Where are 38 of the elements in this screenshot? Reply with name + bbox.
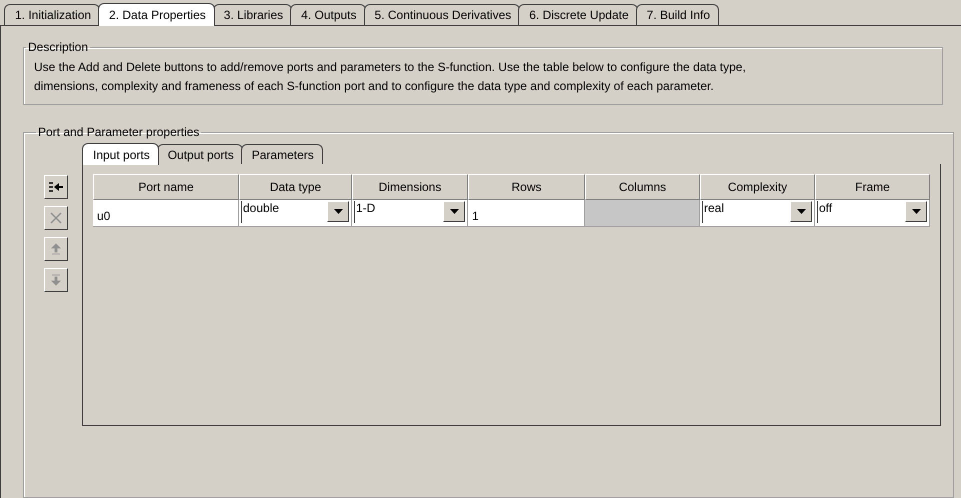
column-header[interactable]: Rows xyxy=(468,174,585,200)
caret-icon xyxy=(450,209,458,214)
dropdown-field[interactable]: real xyxy=(700,200,815,227)
add-button[interactable] xyxy=(44,175,68,199)
caret-icon xyxy=(334,209,342,214)
text-field[interactable]: u0 xyxy=(93,200,239,227)
insert-arrow-icon xyxy=(48,182,64,192)
dropdown-field[interactable]: 1-D xyxy=(352,200,468,227)
tab[interactable]: 1. Initialization xyxy=(4,4,100,25)
caret-icon xyxy=(796,209,806,214)
column-header[interactable]: Dimensions xyxy=(352,174,468,200)
tab[interactable]: 6. Discrete Update xyxy=(518,4,638,25)
dropdown-field[interactable]: double xyxy=(239,200,352,227)
dropdown-field[interactable]: off xyxy=(815,200,930,227)
move-up-icon xyxy=(51,243,61,255)
text-field[interactable]: 1 xyxy=(468,200,585,227)
column-header[interactable]: Complexity xyxy=(700,174,815,200)
group-title: Port and Parameter properties xyxy=(37,125,200,139)
column-header[interactable]: Frame xyxy=(815,174,930,200)
column-header[interactable]: Port name xyxy=(93,174,239,200)
column-header[interactable]: Data type xyxy=(239,174,352,200)
tab[interactable]: 4. Outputs xyxy=(290,4,366,25)
tab[interactable]: Output ports xyxy=(156,144,243,164)
dropdown-arrow-button[interactable] xyxy=(443,201,465,222)
close-icon xyxy=(49,211,63,225)
dropdown-arrow-button[interactable] xyxy=(905,201,927,222)
column-header[interactable]: Columns xyxy=(585,174,700,200)
group-title: Description xyxy=(27,40,90,54)
caret-icon xyxy=(912,209,920,214)
tab[interactable]: 2. Data Properties xyxy=(98,3,215,26)
tab[interactable]: Parameters xyxy=(240,144,323,164)
tab[interactable]: Input ports xyxy=(82,143,159,165)
description-text: Use the Add and Delete buttons to add/remove ports and parameters to the S-function. Use the table below to configure the data type, dimensions, complexity and frameness of each S-function port and to configure the data type and complexity of each parameter. xyxy=(34,59,747,95)
move-down-icon xyxy=(51,274,61,286)
tab[interactable]: 5. Continuous Derivatives xyxy=(364,4,520,25)
dropdown-arrow-button[interactable] xyxy=(327,201,349,222)
tab[interactable]: 7. Build Info xyxy=(636,4,720,25)
dropdown-arrow-button[interactable] xyxy=(790,201,812,222)
